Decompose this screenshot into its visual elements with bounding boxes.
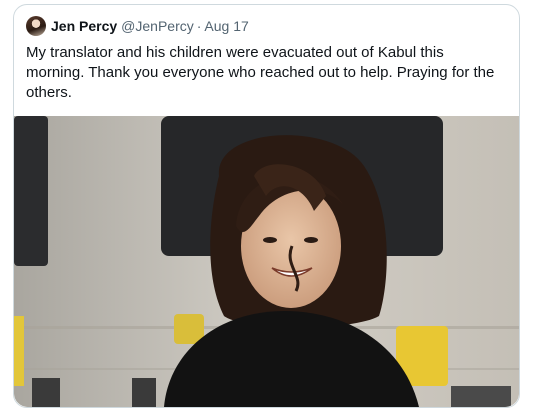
photo-illustration xyxy=(14,116,519,407)
author-avatar[interactable] xyxy=(26,16,46,36)
tweet-header: Jen Percy @JenPercy · Aug 17 xyxy=(26,16,249,36)
author-name[interactable]: Jen Percy xyxy=(51,17,117,35)
header-separator: · xyxy=(196,18,202,34)
tweet-date[interactable]: Aug 17 xyxy=(204,17,248,35)
tweet-card[interactable]: Jen Percy @JenPercy · Aug 17 My translat… xyxy=(13,4,520,408)
tweet-text: My translator and his children were evac… xyxy=(26,44,495,101)
author-handle[interactable]: @JenPercy xyxy=(121,17,194,35)
tweet-photo[interactable] xyxy=(14,116,519,407)
